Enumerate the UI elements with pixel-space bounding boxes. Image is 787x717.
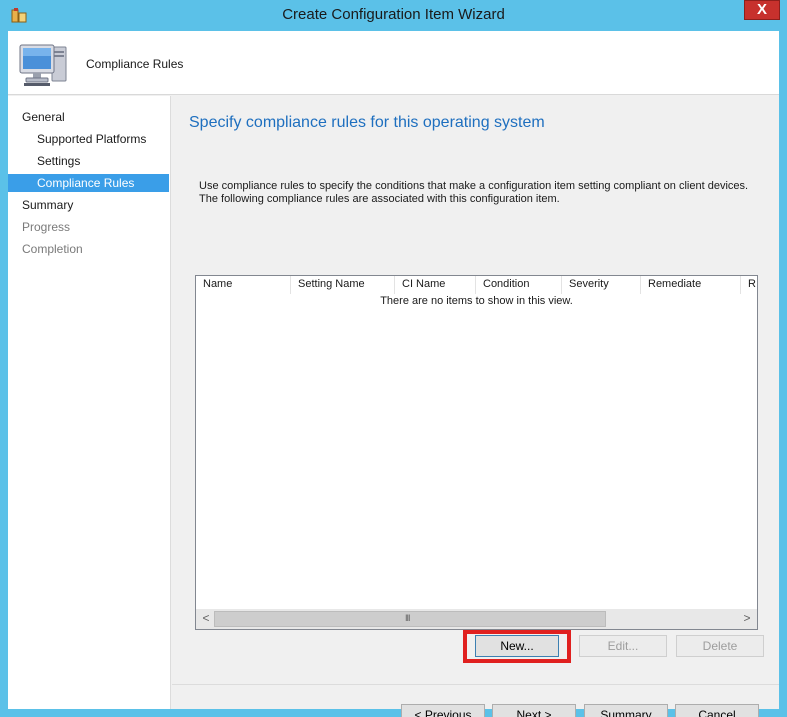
compliance-rules-list[interactable]: Name Setting Name CI Name Condition Seve… <box>195 275 758 630</box>
wizard-header: Compliance Rules <box>8 31 779 95</box>
list-empty-message: There are no items to show in this view. <box>380 295 573 307</box>
scroll-left-icon[interactable]: < <box>198 611 214 627</box>
computer-monitor-icon <box>16 41 72 89</box>
nav-item-supported-platforms[interactable]: Supported Platforms <box>8 130 169 148</box>
column-header-truncated[interactable]: R <box>741 276 757 294</box>
column-header-setting-name[interactable]: Setting Name <box>291 276 395 294</box>
page-description: Use compliance rules to specify the cond… <box>199 180 749 205</box>
footer-divider <box>172 684 779 685</box>
column-header-condition[interactable]: Condition <box>476 276 562 294</box>
title-bar[interactable]: Create Configuration Item Wizard X <box>0 0 787 32</box>
wizard-client-area: Compliance Rules General Supported Platf… <box>8 31 779 717</box>
new-rule-button[interactable]: New... <box>475 635 559 657</box>
close-button[interactable]: X <box>744 0 780 20</box>
column-header-ci-name[interactable]: CI Name <box>395 276 476 294</box>
list-header: Name Setting Name CI Name Condition Seve… <box>196 276 757 294</box>
next-button[interactable]: Next > <box>492 704 576 717</box>
header-title: Compliance Rules <box>86 57 184 71</box>
wizard-nav: General Supported Platforms Settings Com… <box>8 96 171 709</box>
previous-button[interactable]: < Previous <box>401 704 485 717</box>
edit-rule-button: Edit... <box>579 635 667 657</box>
scroll-right-icon[interactable]: > <box>739 611 755 627</box>
cancel-button[interactable]: Cancel <box>675 704 759 717</box>
nav-item-summary[interactable]: Summary <box>8 196 169 214</box>
delete-rule-button: Delete <box>676 635 764 657</box>
window-title: Create Configuration Item Wizard <box>282 6 505 23</box>
nav-item-completion: Completion <box>22 242 83 256</box>
summary-button[interactable]: Summary <box>584 704 668 717</box>
nav-item-settings[interactable]: Settings <box>8 152 169 170</box>
nav-item-progress: Progress <box>22 220 71 234</box>
wizard-window: Create Configuration Item Wizard X Compl… <box>0 0 787 717</box>
scrollbar-grip-icon: III <box>405 613 410 623</box>
column-header-name[interactable]: Name <box>196 276 291 294</box>
wizard-content: Specify compliance rules for this operat… <box>172 96 779 717</box>
horizontal-scrollbar[interactable]: < III > <box>196 609 757 629</box>
page-heading: Specify compliance rules for this operat… <box>189 114 545 131</box>
scrollbar-thumb[interactable]: III <box>214 611 606 627</box>
column-header-remediate[interactable]: Remediate <box>641 276 741 294</box>
nav-item-compliance-rules[interactable]: Compliance Rules <box>8 174 169 192</box>
nav-item-general[interactable]: General <box>8 108 169 126</box>
column-header-severity[interactable]: Severity <box>562 276 641 294</box>
